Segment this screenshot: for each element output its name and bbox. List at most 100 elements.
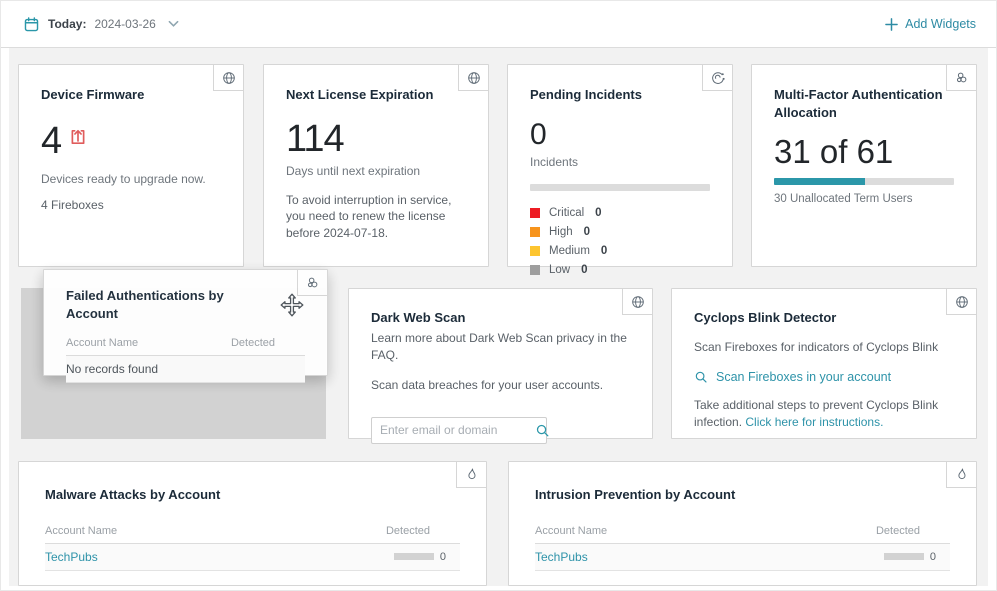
- legend-item-critical: Critical 0: [530, 207, 710, 219]
- search-icon[interactable]: [535, 423, 550, 438]
- email-domain-input[interactable]: [380, 423, 535, 437]
- legend-value: 0: [581, 264, 587, 276]
- widget-title: Multi-Factor Authentication Allocation: [774, 86, 954, 121]
- mfa-allocation-value: 31 of 61: [774, 135, 954, 168]
- legend-label: Critical: [549, 207, 584, 219]
- widget-source-badge: [946, 462, 976, 488]
- legend-value: 0: [601, 245, 607, 257]
- table-header-row: Account Name Detected: [45, 520, 460, 544]
- legend-item-low: Low 0: [530, 264, 710, 276]
- widget-dark-web-scan: Dark Web Scan Learn more about Dark Web …: [348, 288, 653, 439]
- widget-source-badge: [458, 65, 488, 91]
- dark-web-privacy-text: Learn more about Dark Web Scan privacy i…: [371, 330, 630, 365]
- low-swatch: [530, 265, 540, 275]
- high-swatch: [530, 227, 540, 237]
- widget-source-badge: [297, 270, 327, 296]
- scan-fireboxes-link[interactable]: Scan Fireboxes in your account: [694, 370, 954, 384]
- widget-device-firmware: Device Firmware 4 Devices ready to upgra…: [18, 64, 244, 267]
- widget-cyclops-blink: Cyclops Blink Detector Scan Fireboxes fo…: [671, 288, 977, 439]
- widget-source-badge: [946, 65, 976, 91]
- widget-source-badge: [213, 65, 243, 91]
- detected-bar: [884, 553, 924, 560]
- chevron-down-icon: [168, 20, 179, 28]
- firebox-flame-icon: [954, 467, 969, 482]
- incidents-count: 0: [530, 120, 710, 150]
- widget-title: Cyclops Blink Detector: [694, 309, 954, 327]
- legend-value: 0: [584, 226, 590, 238]
- mfa-allocation-bar: [774, 178, 954, 185]
- column-account-name: Account Name: [45, 525, 117, 537]
- top-toolbar: Today: 2024-03-26 Add Widgets: [1, 1, 997, 48]
- empty-row: No records found: [66, 356, 305, 383]
- widget-title: Dark Web Scan: [371, 309, 630, 327]
- dashboard-page: Today: 2024-03-26 Add Widgets Device Fir…: [0, 0, 997, 591]
- firmware-subtitle: Devices ready to upgrade now.: [41, 172, 221, 186]
- widget-title: Pending Incidents: [530, 86, 710, 104]
- firmware-upgrade-count: 4: [41, 122, 61, 160]
- threatsync-icon: [710, 70, 726, 86]
- table-header-row: Account Name Detected: [66, 332, 305, 356]
- column-detected: Detected: [231, 337, 305, 349]
- authpoint-icon: [954, 70, 970, 86]
- legend-label: High: [549, 226, 573, 238]
- incidents-subtitle: Incidents: [530, 155, 710, 169]
- detected-cell: 0: [394, 551, 460, 563]
- failed-auth-table: Account Name Detected No records found: [66, 332, 305, 383]
- table-row: TechPubs 0: [535, 544, 950, 571]
- column-detected: Detected: [876, 525, 950, 537]
- column-account-name: Account Name: [535, 525, 607, 537]
- globe-icon: [630, 294, 646, 310]
- instructions-link[interactable]: Click here for instructions.: [745, 415, 883, 429]
- authpoint-icon: [305, 275, 321, 291]
- plus-icon: [885, 18, 898, 31]
- widget-title: Failed Authentications by Account: [66, 287, 269, 322]
- globe-icon: [221, 70, 237, 86]
- widget-title: Next License Expiration: [286, 86, 466, 104]
- legend-label: Low: [549, 264, 570, 276]
- firebox-flame-icon: [464, 467, 479, 482]
- widget-source-badge: [946, 289, 976, 315]
- incidents-severity-bar: [530, 184, 710, 191]
- widget-failed-authentications[interactable]: Failed Authentications by Account Accoun…: [43, 269, 328, 376]
- detected-bar: [394, 553, 434, 560]
- add-widgets-label: Add Widgets: [905, 17, 976, 31]
- widget-title: Intrusion Prevention by Account: [535, 486, 950, 504]
- globe-icon: [954, 294, 970, 310]
- detected-value: 0: [440, 551, 446, 563]
- legend-item-medium: Medium 0: [530, 245, 710, 257]
- widget-source-badge: [622, 289, 652, 315]
- add-widgets-button[interactable]: Add Widgets: [885, 17, 976, 31]
- cyclops-description: Scan Fireboxes for indicators of Cyclops…: [694, 339, 954, 356]
- widget-license-expiration: Next License Expiration 114 Days until n…: [263, 64, 489, 267]
- intrusion-table: Account Name Detected TechPubs 0: [535, 520, 950, 571]
- widget-pending-incidents: Pending Incidents 0 Incidents Critical 0…: [507, 64, 733, 267]
- severity-legend: Critical 0 High 0 Medium 0 Low 0: [530, 207, 710, 276]
- dark-web-search-field[interactable]: [371, 417, 547, 444]
- license-subtitle: Days until next expiration: [286, 164, 466, 178]
- account-link[interactable]: TechPubs: [535, 550, 588, 564]
- legend-label: Medium: [549, 245, 590, 257]
- account-link[interactable]: TechPubs: [45, 550, 98, 564]
- date-range-selector[interactable]: Today: 2024-03-26: [23, 16, 179, 33]
- widget-title: Device Firmware: [41, 86, 221, 104]
- widget-source-badge: [702, 65, 732, 91]
- today-label: Today:: [48, 17, 86, 31]
- no-records-text: No records found: [66, 362, 158, 376]
- detected-cell: 0: [884, 551, 950, 563]
- column-account-name: Account Name: [66, 337, 138, 349]
- widget-source-badge: [456, 462, 486, 488]
- search-icon: [694, 370, 708, 384]
- medium-swatch: [530, 246, 540, 256]
- mfa-allocation-fill: [774, 178, 865, 185]
- legend-item-high: High 0: [530, 226, 710, 238]
- scan-link-label: Scan Fireboxes in your account: [716, 370, 891, 384]
- widget-malware-attacks: Malware Attacks by Account Account Name …: [18, 461, 487, 586]
- widget-mfa-allocation: Multi-Factor Authentication Allocation 3…: [751, 64, 977, 267]
- calendar-icon: [23, 16, 40, 33]
- current-date: 2024-03-26: [94, 17, 155, 31]
- dark-web-description: Scan data breaches for your user account…: [371, 377, 630, 394]
- table-header-row: Account Name Detected: [535, 520, 950, 544]
- upgrade-arrow-icon: [69, 128, 87, 146]
- critical-swatch: [530, 208, 540, 218]
- detected-value: 0: [930, 551, 936, 563]
